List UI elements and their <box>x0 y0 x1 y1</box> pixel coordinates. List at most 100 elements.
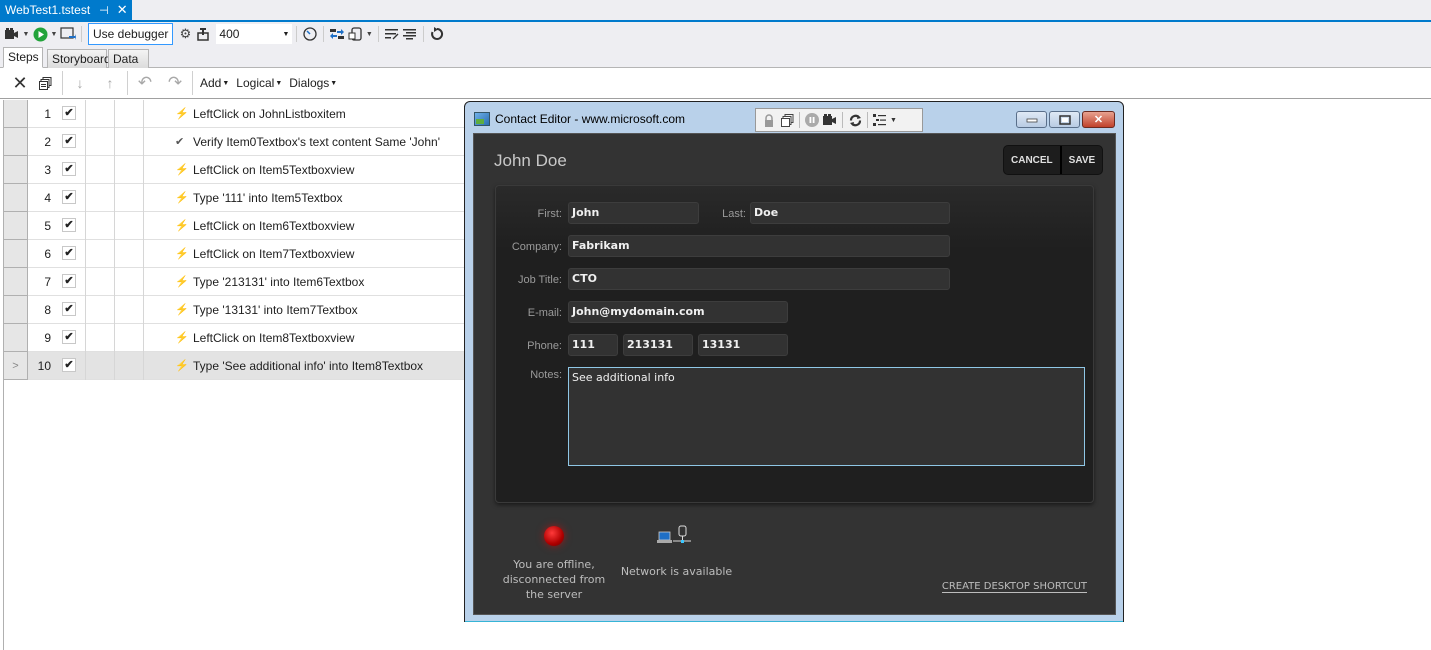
speed-dropdown-arrow[interactable]: ▼ <box>282 31 289 38</box>
row-header[interactable] <box>3 100 28 128</box>
step-row[interactable]: 2 ✔ ✔ Verify Item0Textbox's text content Sa… <box>3 128 464 156</box>
step-row[interactable]: >10 ✔ ⚡ Type 'See additional info' into Ite… <box>3 352 464 380</box>
phone-number-field[interactable]: 13131 <box>698 334 788 356</box>
step-enabled-checkbox[interactable]: ✔ <box>62 358 76 372</box>
action-lightning-icon: ⚡ <box>175 304 189 316</box>
company-field[interactable]: Fabrikam <box>568 235 950 257</box>
close-tab-icon[interactable]: ✕ <box>117 2 128 18</box>
tab-storyboard[interactable]: Storyboard <box>47 49 111 68</box>
last-name-field[interactable]: Doe <box>750 202 950 224</box>
row-header[interactable] <box>3 296 28 324</box>
action-lightning-icon: ⚡ <box>175 360 189 372</box>
app-icon <box>474 112 490 126</box>
delete-icon[interactable]: ✕ <box>10 73 30 94</box>
create-desktop-shortcut-link[interactable]: CREATE DESKTOP SHORTCUT <box>941 581 1087 593</box>
job-title-field[interactable]: CTO <box>568 268 950 290</box>
add-menu[interactable]: Add▼ <box>200 76 229 90</box>
step-description: LeftClick on Item7Textboxview <box>193 247 355 261</box>
column-divider <box>85 324 86 352</box>
record-dropdown-arrow[interactable]: ▼ <box>21 31 31 38</box>
step-row[interactable]: 4 ✔ ⚡ Type '111' into Item5Textbox <box>3 184 464 212</box>
step-enabled-checkbox[interactable]: ✔ <box>62 246 76 260</box>
dialogs-menu[interactable]: Dialogs▼ <box>289 76 337 90</box>
phone-area-field[interactable]: 111 <box>568 334 618 356</box>
step-row[interactable]: 7 ✔ ⚡ Type '213131' into Item6Textbox <box>3 268 464 296</box>
email-field[interactable]: John@mydomain.com <box>568 301 788 323</box>
move-up-icon[interactable]: ↑ <box>95 75 125 91</box>
row-header[interactable] <box>3 240 28 268</box>
step-description: Verify Item0Textbox's text content Same … <box>193 135 440 149</box>
maximize-button[interactable] <box>1049 111 1080 128</box>
close-window-button[interactable]: ✕ <box>1082 111 1115 128</box>
tab-steps[interactable]: Steps <box>3 47 43 68</box>
row-header[interactable] <box>3 156 28 184</box>
timer-icon[interactable] <box>301 25 319 43</box>
phone-prefix-field[interactable]: 213131 <box>623 334 693 356</box>
minimize-button[interactable] <box>1016 111 1047 128</box>
step-row[interactable]: 9 ✔ ⚡ LeftClick on Item8Textboxview <box>3 324 464 352</box>
database-icon[interactable] <box>346 25 364 43</box>
column-divider <box>85 184 86 212</box>
step-enabled-checkbox[interactable]: ✔ <box>62 218 76 232</box>
speed-combobox[interactable]: 400 ▼ <box>216 24 293 44</box>
step-row[interactable]: 5 ✔ ⚡ LeftClick on Item6Textboxview <box>3 212 464 240</box>
contact-editor-window: Contact Editor - www.microsoft.com ▼ ✕ J… <box>464 101 1124 622</box>
tab-data[interactable]: Data <box>108 49 149 68</box>
step-row[interactable]: 6 ✔ ⚡ LeftClick on Item7Textboxview <box>3 240 464 268</box>
align-icon[interactable] <box>401 25 419 43</box>
upload-icon[interactable] <box>194 25 212 43</box>
document-tab[interactable]: WebTest1.tstest ⊣ ✕ <box>0 0 132 20</box>
database-dropdown-arrow[interactable]: ▼ <box>364 31 374 38</box>
chevron-down-icon[interactable]: ▼ <box>890 117 897 124</box>
window-icon[interactable] <box>59 25 77 43</box>
caption-buttons: ✕ <box>1016 111 1115 128</box>
step-enabled-checkbox[interactable]: ✔ <box>62 134 76 148</box>
pin-icon[interactable]: ⊣ <box>99 4 109 17</box>
first-name-field[interactable]: John <box>568 202 699 224</box>
sync-icon[interactable] <box>328 25 346 43</box>
row-header[interactable]: > <box>3 352 28 380</box>
column-divider <box>85 100 86 128</box>
row-header[interactable] <box>3 268 28 296</box>
copy-icon[interactable] <box>30 76 60 90</box>
record-icon[interactable] <box>3 25 21 43</box>
cancel-button[interactable]: CANCEL <box>1004 146 1060 174</box>
record-icon[interactable] <box>821 114 839 126</box>
row-header[interactable] <box>3 128 28 156</box>
redo-icon[interactable]: ↷ <box>160 73 190 93</box>
move-down-icon[interactable]: ↓ <box>65 75 95 91</box>
step-enabled-checkbox[interactable]: ✔ <box>62 190 76 204</box>
step-enabled-checkbox[interactable]: ✔ <box>62 330 76 344</box>
logical-menu[interactable]: Logical▼ <box>236 76 282 90</box>
step-enabled-checkbox[interactable]: ✔ <box>62 274 76 288</box>
pause-icon[interactable] <box>803 113 821 127</box>
element-tree-icon[interactable] <box>871 114 889 126</box>
step-row[interactable]: 1 ✔ ⚡ LeftClick on JohnListboxitem <box>3 100 464 128</box>
column-divider <box>143 100 144 128</box>
last-name-label: Last: <box>722 208 746 220</box>
windows-icon[interactable] <box>778 113 796 127</box>
column-divider <box>114 324 115 352</box>
lock-icon[interactable] <box>760 113 778 127</box>
step-enabled-checkbox[interactable]: ✔ <box>62 162 76 176</box>
gear-icon[interactable]: ⚙ <box>176 25 194 43</box>
use-debugger-button[interactable]: Use debugger <box>88 23 174 45</box>
reset-icon[interactable] <box>428 25 446 43</box>
step-row[interactable]: 8 ✔ ⚡ Type '13131' into Item7Textbox <box>3 296 464 324</box>
step-row[interactable]: 3 ✔ ⚡ LeftClick on Item5Textboxview <box>3 156 464 184</box>
format-icon[interactable] <box>383 25 401 43</box>
row-header[interactable] <box>3 324 28 352</box>
notes-field[interactable]: See additional info <box>568 367 1085 466</box>
run-icon[interactable] <box>31 25 49 43</box>
refresh-icon[interactable] <box>846 114 864 127</box>
row-header[interactable] <box>3 212 28 240</box>
save-button[interactable]: SAVE <box>1059 146 1102 174</box>
row-header[interactable] <box>3 184 28 212</box>
undo-icon[interactable]: ↶ <box>130 73 160 93</box>
step-enabled-checkbox[interactable]: ✔ <box>62 302 76 316</box>
step-number: 3 <box>44 163 51 177</box>
step-enabled-checkbox[interactable]: ✔ <box>62 106 76 120</box>
column-divider <box>143 352 144 380</box>
run-dropdown-arrow[interactable]: ▼ <box>49 31 59 38</box>
email-label: E-mail: <box>527 307 562 319</box>
